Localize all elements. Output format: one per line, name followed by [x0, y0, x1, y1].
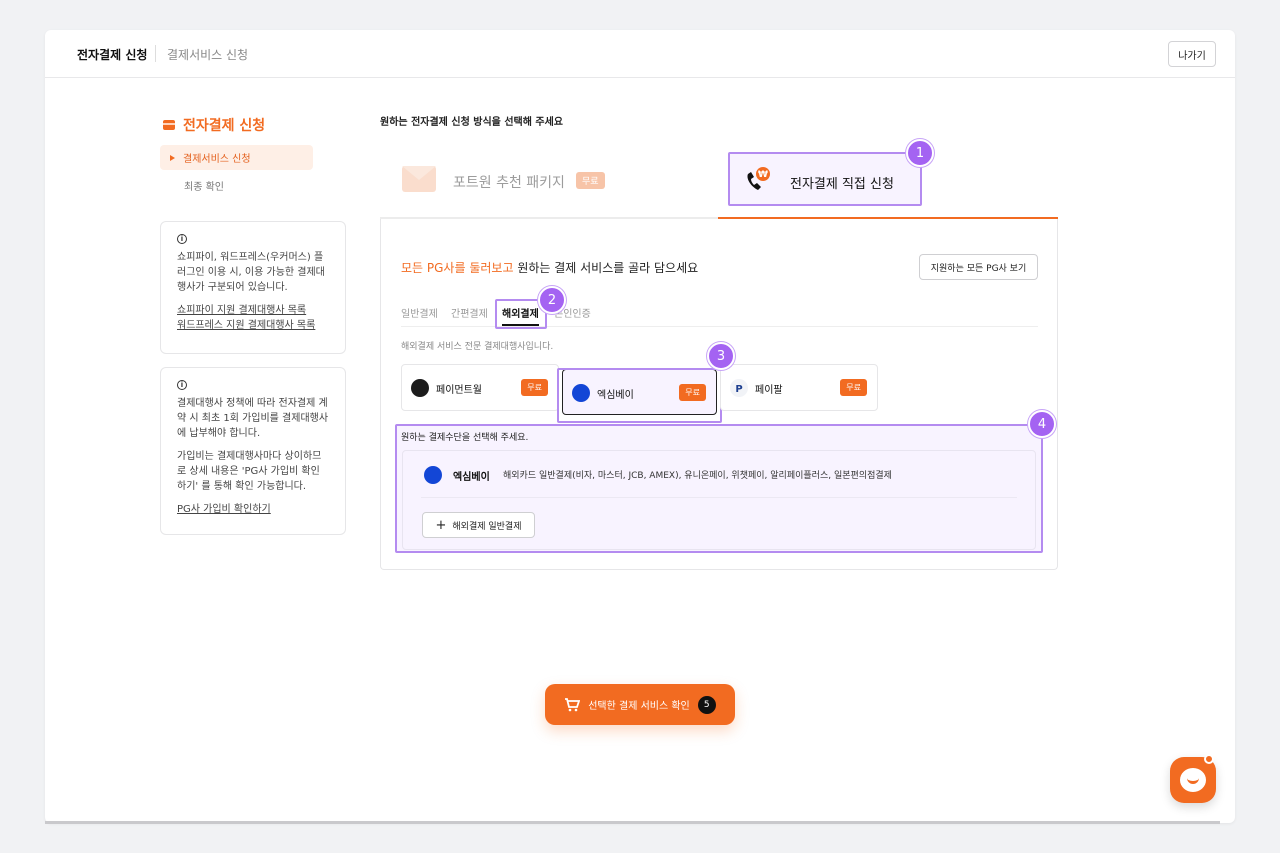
fee-info-text-2: 가입비는 결제대행사마다 상이하므로 상세 내용은 'PG사 가입비 확인하기'…	[177, 451, 322, 492]
cart-icon	[565, 697, 581, 711]
sidebar-item-label: 결제서비스 신청	[183, 154, 251, 165]
selected-services-button[interactable]: 선택한 결제 서비스 확인 5	[545, 684, 735, 725]
tab-label: 전자결제 직접 신청	[790, 177, 894, 192]
add-button-label: 해외결제 일반결제	[452, 521, 522, 532]
eximbay-logo-icon	[424, 466, 442, 484]
caret-right-icon	[170, 154, 175, 161]
svg-text:P: P	[735, 384, 742, 395]
method-pg-description: 해외카드 일반결제(비자, 마스터, JCB, AMEX), 유니온페이, 위챗…	[503, 471, 892, 481]
panel-headline: 모든 PG사를 둘러보고 원하는 결제 서비스를 골라 담으세요	[401, 259, 698, 276]
paymentwall-logo-icon	[411, 379, 429, 397]
credit-card-icon	[163, 120, 175, 130]
payment-type-tabs: 일반결제 간편결제 해외결제 본인인증	[401, 299, 1038, 329]
plus-icon: +	[435, 517, 447, 533]
paypal-logo-icon: P	[730, 379, 748, 397]
breadcrumb-sub: 결제서비스 신청	[167, 48, 249, 62]
app-window: 전자결제 신청 결제서비스 신청 나가기 전자결제 신청 결제서비스 신청 최종…	[45, 30, 1235, 823]
chat-support-button[interactable]	[1170, 754, 1216, 803]
page-heading: 원하는 전자결제 신청 방식을 선택해 주세요	[380, 117, 564, 128]
subtab-easy-pay[interactable]: 간편결제	[451, 305, 488, 320]
plugin-info-text: 쇼피파이, 워드프레스(우커머스) 플러그인 이용 시, 이용 가능한 결제대행…	[177, 252, 325, 293]
free-badge: 무료	[521, 379, 548, 396]
pg-fee-check-link[interactable]: PG사 가입비 확인하기	[177, 502, 329, 517]
tab-direct-apply[interactable]: ₩ 전자결제 직접 신청	[728, 152, 922, 206]
add-overseas-general-button[interactable]: + 해외결제 일반결제	[422, 512, 535, 538]
step-marker-4: 4	[1028, 410, 1056, 438]
notification-dot	[1204, 754, 1214, 764]
fee-info-box: i 결제대행사 정책에 따라 전자결제 계약 시 최초 1회 가입비를 결제대행…	[160, 367, 346, 535]
plugin-info-box: i 쇼피파이, 워드프레스(우커머스) 플러그인 이용 시, 이용 가능한 결제…	[160, 221, 346, 354]
wordpress-pg-list-link[interactable]: 워드프레스 지원 결제대행사 목록	[177, 318, 329, 333]
pg-name: 페이팔	[755, 385, 783, 396]
breadcrumb-main: 전자결제 신청	[77, 48, 148, 62]
pg-card-paymentwall[interactable]: 페이먼트월 무료	[401, 364, 559, 411]
panel-headline-accent: 모든 PG사를 둘러보고	[401, 261, 514, 275]
tab-label: 포트원 추천 패키지	[453, 175, 565, 191]
cart-button-label: 선택한 결제 서비스 확인	[588, 701, 690, 712]
view-all-pg-button[interactable]: 지원하는 모든 PG사 보기	[919, 254, 1038, 280]
sidebar-title-text: 전자결제 신청	[183, 118, 266, 134]
overseas-description: 해외결제 서비스 전문 결제대행사입니다.	[401, 342, 554, 352]
divider	[421, 497, 1017, 498]
sidebar-item-payment-service[interactable]: 결제서비스 신청	[160, 145, 313, 170]
step-marker-1: 1	[906, 139, 934, 167]
cart-count-badge: 5	[697, 695, 716, 714]
shopify-pg-list-link[interactable]: 쇼피파이 지원 결제대행사 목록	[177, 303, 329, 318]
envelope-icon	[402, 166, 436, 192]
pg-name: 페이먼트월	[436, 385, 482, 396]
sidebar-title: 전자결제 신청	[163, 115, 265, 135]
tab-recommended-package[interactable]: 포트원 추천 패키지 무료	[380, 152, 718, 218]
panel-headline-rest: 원하는 결제 서비스를 골라 담으세요	[513, 261, 699, 275]
top-bar: 전자결제 신청 결제서비스 신청 나가기	[45, 30, 1235, 78]
window-scroll-edge	[45, 821, 1220, 824]
exit-button[interactable]: 나가기	[1168, 41, 1216, 67]
payment-method-section: 원하는 결제수단을 선택해 주세요. 엑심베이 해외카드 일반결제(비자, 마스…	[395, 424, 1043, 553]
payment-method-title: 원하는 결제수단을 선택해 주세요.	[401, 433, 529, 443]
sidebar-item-final-confirm[interactable]: 최종 확인	[184, 178, 224, 193]
payment-method-card: 엑심베이 해외카드 일반결제(비자, 마스터, JCB, AMEX), 유니온페…	[402, 450, 1036, 550]
step-marker-2: 2	[538, 286, 566, 314]
svg-text:₩: ₩	[758, 170, 768, 180]
info-icon: i	[177, 380, 187, 390]
free-badge: 무료	[840, 379, 867, 396]
method-pg-name: 엑심베이	[453, 472, 490, 483]
free-badge: 무료	[576, 172, 605, 189]
step-marker-3: 3	[707, 342, 735, 370]
pg-card-paypal[interactable]: P 페이팔 무료	[720, 364, 878, 411]
pg-card-highlight	[557, 368, 722, 423]
phone-won-icon: ₩	[747, 167, 770, 190]
breadcrumb-separator	[155, 45, 156, 62]
subtab-general[interactable]: 일반결제	[401, 305, 438, 320]
fee-info-text-1: 결제대행사 정책에 따라 전자결제 계약 시 최초 1회 가입비를 결제대행사에…	[177, 398, 329, 439]
info-icon: i	[177, 234, 187, 244]
chat-face-icon	[1180, 768, 1206, 792]
